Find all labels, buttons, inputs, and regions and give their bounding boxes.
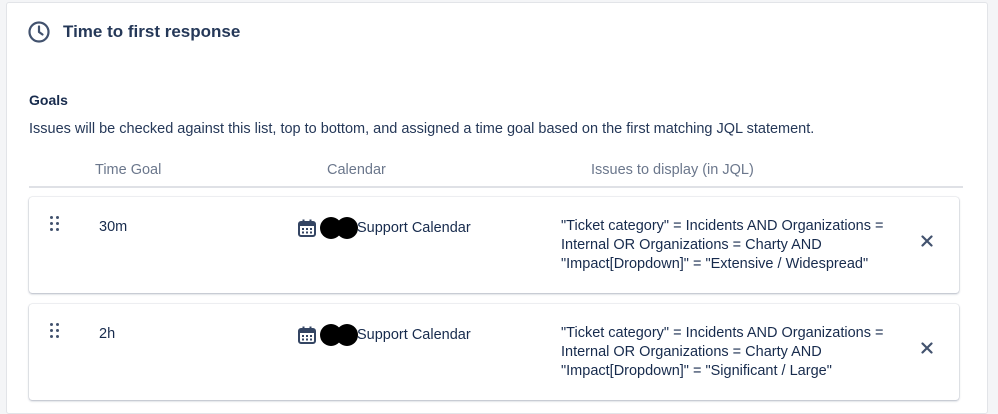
calendar-name: Support Calendar [357, 327, 471, 343]
calendar-icon [298, 326, 316, 344]
calendar-select[interactable]: Support Calendar [297, 322, 471, 348]
close-icon [921, 235, 933, 247]
jql-statement[interactable]: "Ticket category" = Incidents AND Organi… [561, 217, 891, 274]
column-header-calendar: Calendar [327, 162, 386, 178]
redacted-name [320, 217, 358, 239]
section-header: Time to first response [27, 19, 240, 45]
redacted-name [320, 324, 358, 346]
goal-row: 30m Support Calendar "Ticket category" =… [29, 197, 959, 293]
redaction-mark [336, 217, 358, 239]
jql-statement[interactable]: "Ticket category" = Incidents AND Organi… [561, 324, 891, 381]
section-title: Time to first response [63, 22, 241, 41]
clock-icon [28, 21, 50, 43]
remove-goal-button[interactable] [917, 338, 937, 358]
column-header-jql: Issues to display (in JQL) [591, 162, 754, 178]
close-icon [921, 342, 933, 354]
time-goal-value[interactable]: 30m [99, 219, 127, 235]
column-header-time-goal: Time Goal [95, 162, 162, 178]
calendar-select[interactable]: Support Calendar [297, 215, 471, 241]
redaction-mark [336, 324, 358, 346]
drag-handle-icon[interactable] [49, 215, 61, 233]
remove-goal-button[interactable] [917, 231, 937, 251]
goal-row: 2h Support Calendar "Ticket category" = … [29, 304, 959, 400]
drag-handle-icon[interactable] [49, 322, 61, 340]
sla-goal-panel: Time to first response Goals Issues will… [6, 2, 988, 414]
calendar-icon [298, 219, 316, 237]
goals-description: Issues will be checked against this list… [29, 121, 815, 137]
goals-heading: Goals [29, 92, 68, 108]
header-divider [29, 186, 963, 188]
calendar-name: Support Calendar [357, 220, 471, 236]
time-goal-value[interactable]: 2h [99, 326, 115, 342]
